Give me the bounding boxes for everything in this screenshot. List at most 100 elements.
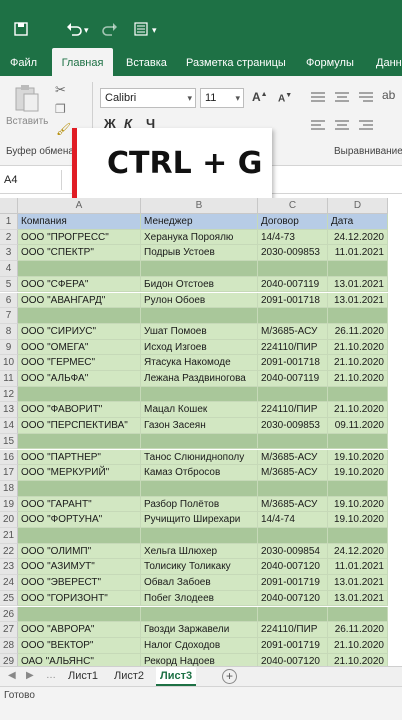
table-cell[interactable]: Толисику Толикаку: [141, 559, 258, 576]
table-cell[interactable]: [141, 528, 258, 544]
table-cell[interactable]: ООО "АВРОРА": [18, 622, 141, 638]
table-cell[interactable]: ООО "ЭВЕРЕСТ": [18, 575, 141, 591]
select-all-corner[interactable]: [0, 198, 18, 214]
table-row[interactable]: 27 ООО "АВРОРА" Гвозди Заржавели 224110/ПИР…: [0, 622, 402, 638]
decrease-font-icon[interactable]: A▼: [278, 92, 292, 104]
table-cell[interactable]: 2091-001719: [258, 637, 328, 654]
table-row[interactable]: 9 ООО "ОМЕГА" Исход Изгоев 224110/ПИР 21.10.…: [0, 339, 402, 356]
table-cell[interactable]: ООО "АЛЬФА": [18, 371, 141, 387]
table-cell[interactable]: ООО "ГАРАНТ": [18, 496, 141, 513]
table-cell[interactable]: 21.10.2020: [328, 355, 388, 371]
font-name-select[interactable]: Calibri ▾: [100, 88, 196, 108]
table-cell[interactable]: [258, 386, 328, 403]
table-cell[interactable]: Исход Изгоев: [141, 339, 258, 356]
table-cell[interactable]: [141, 433, 258, 450]
row-number[interactable]: 22: [0, 543, 18, 560]
table-cell[interactable]: [328, 308, 388, 324]
table-cell[interactable]: ООО "ОМЕГА": [18, 339, 141, 356]
table-row[interactable]: 25 ООО "ГОРИЗОНТ" Побег Злодеев 2040-007120…: [0, 590, 402, 607]
table-cell[interactable]: [328, 528, 388, 544]
table-cell[interactable]: [141, 386, 258, 403]
table-cell[interactable]: Гвозди Заржавели: [141, 622, 258, 638]
row-number[interactable]: 13: [0, 402, 18, 419]
table-cell[interactable]: [328, 386, 388, 403]
table-cell[interactable]: Налог Сдоходов: [141, 637, 258, 654]
table-cell[interactable]: 24.12.2020: [328, 229, 388, 246]
tab-home[interactable]: Главная: [52, 48, 113, 76]
table-cell[interactable]: Бидон Отстоев: [141, 276, 258, 293]
tab-page-layout[interactable]: Разметка страницы: [186, 48, 286, 76]
table-cell[interactable]: ООО "ВЕКТОР": [18, 637, 141, 654]
table-row[interactable]: 11 ООО "АЛЬФА" Лежана Раздвиногова 2040-007…: [0, 371, 402, 387]
table-cell[interactable]: М/3685-АСУ: [258, 465, 328, 481]
table-cell[interactable]: ООО "МЕРКУРИЙ": [18, 465, 141, 481]
font-size-select[interactable]: 11 ▾: [200, 88, 244, 108]
align-center-icon[interactable]: [334, 118, 350, 137]
table-cell[interactable]: [18, 261, 141, 277]
table-cell[interactable]: [141, 480, 258, 497]
table-cell[interactable]: Ушат Помоев: [141, 323, 258, 340]
scroll-right-icon[interactable]: ▶: [26, 670, 34, 681]
align-bottom-icon[interactable]: [358, 90, 374, 109]
table-cell[interactable]: Танос Слюниднополу: [141, 449, 258, 466]
table-row[interactable]: 17 ООО "МЕРКУРИЙ" Камаз Отбросов М/3685-АСУ…: [0, 465, 402, 481]
table-cell[interactable]: Ручищито Ширехари: [141, 512, 258, 528]
column-header-c[interactable]: C: [258, 198, 328, 214]
empty-row[interactable]: 15: [0, 433, 402, 450]
table-cell[interactable]: 2091-001718: [258, 292, 328, 309]
table-cell[interactable]: [258, 606, 328, 623]
paste-icon[interactable]: [14, 84, 40, 117]
row-number[interactable]: 6: [0, 292, 18, 309]
form-icon[interactable]: [134, 22, 148, 40]
table-cell[interactable]: ООО "СФЕРА": [18, 276, 141, 293]
row-number[interactable]: 26: [0, 606, 18, 623]
format-painter-icon[interactable]: 🖌: [56, 122, 71, 136]
table-cell[interactable]: 224110/ПИР: [258, 402, 328, 419]
table-cell[interactable]: [18, 528, 141, 544]
table-cell[interactable]: ООО "ФОРТУНА": [18, 512, 141, 528]
row-number[interactable]: 27: [0, 622, 18, 638]
table-cell[interactable]: [18, 386, 141, 403]
table-cell[interactable]: 26.11.2020: [328, 622, 388, 638]
row-number[interactable]: 12: [0, 386, 18, 403]
table-cell[interactable]: ООО "ГОРИЗОНТ": [18, 590, 141, 607]
table-cell[interactable]: 2030-009854: [258, 543, 328, 560]
table-cell[interactable]: 224110/ПИР: [258, 339, 328, 356]
table-cell[interactable]: Лежана Раздвиногова: [141, 371, 258, 387]
copy-icon[interactable]: ❐: [55, 102, 66, 116]
table-cell[interactable]: ООО "СПЕКТР": [18, 245, 141, 262]
row-number[interactable]: 14: [0, 418, 18, 434]
table-cell[interactable]: 2091-001719: [258, 575, 328, 591]
table-cell[interactable]: 19.10.2020: [328, 449, 388, 466]
column-header-b[interactable]: B: [141, 198, 258, 214]
align-middle-icon[interactable]: [334, 90, 350, 109]
table-cell[interactable]: 2030-009853: [258, 418, 328, 434]
table-cell[interactable]: 2091-001718: [258, 355, 328, 371]
table-cell[interactable]: 13.01.2021: [328, 292, 388, 309]
table-cell[interactable]: 19.10.2020: [328, 512, 388, 528]
sheet-tab-2[interactable]: Лист2: [110, 667, 148, 686]
add-sheet-button[interactable]: +: [222, 669, 237, 684]
table-row[interactable]: 19 ООО "ГАРАНТ" Разбор Полётов М/3685-АСУ 19…: [0, 496, 402, 513]
table-row[interactable]: 6 ООО "АВАНГАРД" Рулон Обоев 2091-001718 13.…: [0, 292, 402, 309]
table-cell[interactable]: [258, 433, 328, 450]
table-cell[interactable]: 21.10.2020: [328, 339, 388, 356]
column-header-a[interactable]: A: [18, 198, 141, 214]
table-cell[interactable]: 21.10.2020: [328, 637, 388, 654]
table-cell[interactable]: 14/4-74: [258, 512, 328, 528]
align-top-icon[interactable]: [310, 90, 326, 109]
table-cell[interactable]: 13.01.2021: [328, 590, 388, 607]
row-number[interactable]: 3: [0, 245, 18, 262]
table-cell[interactable]: Побег Злодеев: [141, 590, 258, 607]
table-cell[interactable]: [141, 261, 258, 277]
table-cell[interactable]: 224110/ПИР: [258, 622, 328, 638]
table-cell[interactable]: 21.10.2020: [328, 371, 388, 387]
row-number[interactable]: 18: [0, 480, 18, 497]
empty-row[interactable]: 21: [0, 528, 402, 544]
table-cell[interactable]: 19.10.2020: [328, 496, 388, 513]
table-row[interactable]: 13 ООО "ФАВОРИТ" Мацал Кошек 224110/ПИР 21.1…: [0, 402, 402, 419]
row-number[interactable]: 28: [0, 637, 18, 654]
table-cell[interactable]: [18, 308, 141, 324]
row-number[interactable]: 8: [0, 323, 18, 340]
header-row[interactable]: 1 Компания Менеджер Договор Дата: [0, 214, 402, 230]
